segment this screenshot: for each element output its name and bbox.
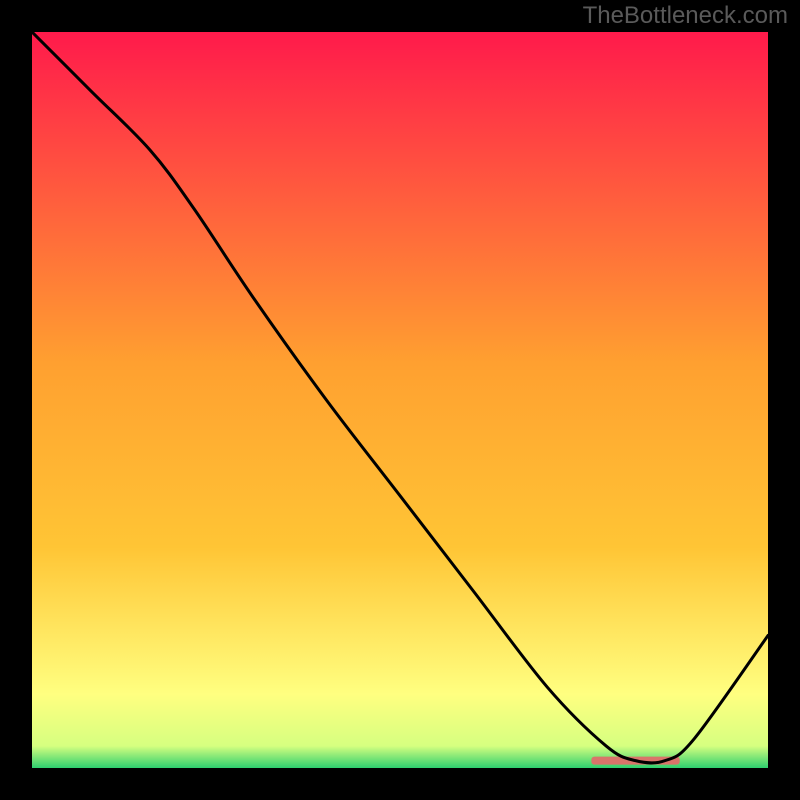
- plot-area: [32, 32, 768, 768]
- plot-svg: [32, 32, 768, 768]
- watermark-text: TheBottleneck.com: [583, 2, 788, 30]
- chart-frame: TheBottleneck.com: [0, 0, 800, 800]
